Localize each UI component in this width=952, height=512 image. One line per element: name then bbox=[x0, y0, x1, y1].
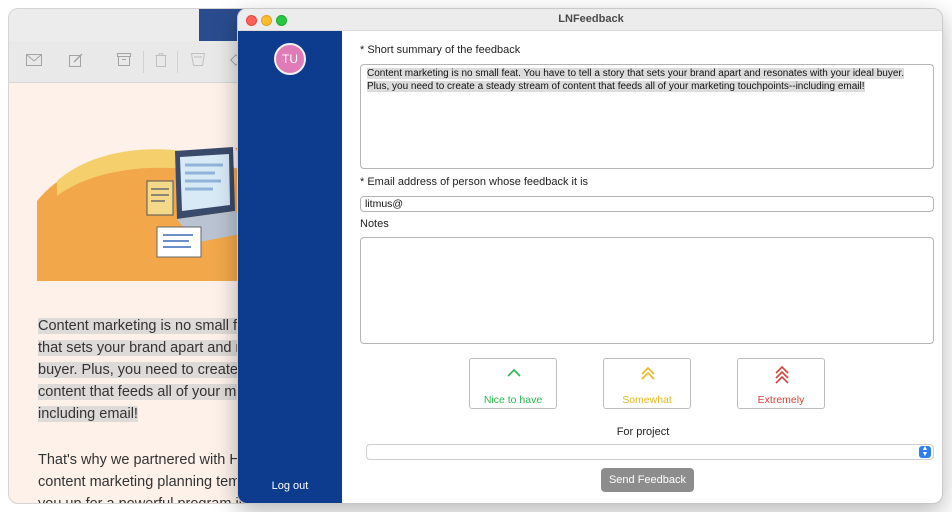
avatar[interactable]: TU bbox=[274, 43, 306, 75]
logout-button[interactable]: Log out bbox=[238, 480, 342, 492]
priority-extremely-button[interactable]: Extremely bbox=[737, 358, 825, 409]
mail-line: Content marketing is no small fe bbox=[38, 318, 246, 334]
mail-line: content marketing planning temp bbox=[38, 474, 249, 490]
priority-label: Nice to have bbox=[483, 394, 543, 406]
trash-icon[interactable] bbox=[152, 53, 170, 69]
summary-label: * Short summary of the feedback bbox=[360, 44, 521, 56]
mail-line: that sets your brand apart and re bbox=[38, 340, 249, 356]
triple-chevron-up-icon bbox=[775, 366, 789, 384]
window-title: LNFeedback bbox=[558, 13, 624, 25]
sidebar: TU Log out bbox=[238, 31, 342, 503]
mail-line: content that feeds all of your ma bbox=[38, 384, 245, 400]
priority-label: Extremely bbox=[757, 394, 805, 406]
mail-line: you up for a powerful program in bbox=[38, 496, 247, 504]
notes-textarea[interactable] bbox=[360, 237, 934, 344]
priority-somewhat-button[interactable]: Somewhat bbox=[603, 358, 691, 409]
notes-label: Notes bbox=[360, 218, 389, 230]
summary-text: Content marketing is no small feat. You … bbox=[367, 68, 904, 92]
double-chevron-up-icon bbox=[641, 366, 655, 380]
feedback-form: * Short summary of the feedback Content … bbox=[342, 31, 942, 503]
mail-line: including email! bbox=[38, 406, 138, 422]
priority-nice-to-have-button[interactable]: Nice to have bbox=[469, 358, 557, 409]
envelope-icon[interactable] bbox=[25, 53, 43, 69]
compose-icon[interactable] bbox=[67, 53, 85, 69]
summary-textarea[interactable]: Content marketing is no small feat. You … bbox=[360, 64, 934, 169]
project-label: For project bbox=[616, 426, 670, 438]
select-arrows-icon[interactable]: ▲ ▼ bbox=[919, 445, 931, 458]
toolbar-divider bbox=[177, 51, 178, 73]
mail-line: buyer. Plus, you need to create a bbox=[38, 362, 250, 378]
project-select[interactable]: ▲ ▼ bbox=[366, 444, 934, 460]
priority-label: Somewhat bbox=[622, 394, 672, 406]
mail-line: That's why we partnered with Hu bbox=[38, 452, 248, 468]
lnfeedback-window: LNFeedback TU Log out * Short summary of… bbox=[237, 8, 943, 504]
email-label: * Email address of person whose feedback… bbox=[360, 176, 589, 188]
toolbar-divider bbox=[143, 51, 144, 73]
single-chevron-up-icon bbox=[507, 368, 521, 377]
laptop-illustration bbox=[37, 141, 247, 281]
archive-icon[interactable] bbox=[115, 53, 133, 69]
email-field[interactable]: litmus@ bbox=[360, 196, 934, 212]
junk-icon[interactable] bbox=[189, 53, 207, 69]
title-bar: LNFeedback bbox=[238, 9, 942, 31]
send-feedback-button[interactable]: Send Feedback bbox=[601, 468, 694, 492]
